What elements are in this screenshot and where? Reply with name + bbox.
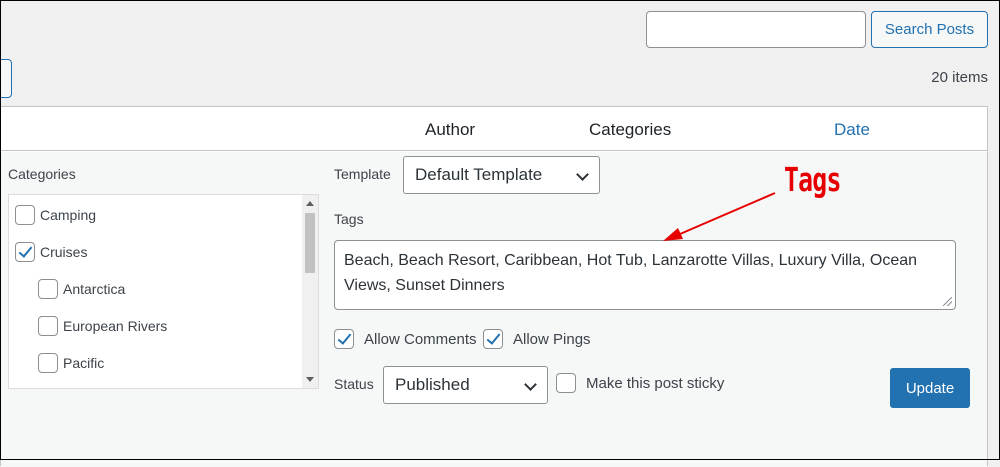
annotation-label: Tags — [784, 160, 841, 199]
sticky-label: Make this post sticky — [586, 374, 725, 392]
allow-comments-option[interactable]: Allow Comments — [334, 329, 477, 349]
category-item-camping[interactable]: Camping — [15, 205, 96, 225]
status-select-value: Published — [395, 375, 470, 394]
category-label: Camping — [40, 207, 97, 223]
category-item-european-rivers[interactable]: European Rivers — [38, 316, 167, 336]
allow-comments-checkbox[interactable] — [334, 329, 354, 349]
sticky-checkbox[interactable] — [556, 373, 576, 393]
template-label: Template — [334, 166, 391, 182]
category-item-antarctica[interactable]: Antarctica — [38, 279, 125, 299]
column-author: Author — [425, 120, 476, 139]
update-button[interactable]: Update — [890, 368, 970, 408]
search-posts-button[interactable]: Search Posts — [871, 11, 988, 48]
quick-edit-panel: Categories Camping Cruises Antarctica Eu… — [1, 152, 987, 467]
chevron-down-icon — [524, 378, 537, 391]
tags-text: Beach, Beach Resort, Caribbean, Hot Tub,… — [344, 252, 918, 294]
category-checkbox-european-rivers[interactable] — [38, 316, 58, 336]
sticky-option[interactable]: Make this post sticky — [556, 373, 724, 393]
table-header: Author Categories Date — [1, 107, 987, 151]
chevron-down-icon — [576, 168, 589, 181]
category-checkbox-camping[interactable] — [15, 205, 35, 225]
category-checkbox-pacific[interactable] — [38, 353, 58, 373]
allow-pings-label: Allow Pings — [513, 330, 591, 348]
column-date-sort-link[interactable]: Date — [834, 120, 870, 140]
tags-textarea[interactable]: Beach, Beach Resort, Caribbean, Hot Tub,… — [334, 240, 956, 310]
tags-label: Tags — [334, 211, 364, 227]
template-select-value: Default Template — [415, 165, 543, 184]
template-select[interactable]: Default Template — [403, 156, 600, 194]
allow-pings-option[interactable]: Allow Pings — [483, 329, 591, 349]
resize-handle-icon[interactable] — [943, 297, 952, 306]
items-count: 20 items — [931, 69, 988, 86]
category-label: Antarctica — [63, 281, 126, 297]
allow-pings-checkbox[interactable] — [483, 329, 503, 349]
category-checkbox-cruises[interactable] — [15, 242, 35, 262]
search-input[interactable] — [646, 11, 866, 48]
category-label: Pacific — [63, 355, 105, 371]
bulk-action-apply-button[interactable] — [0, 59, 12, 98]
categories-label: Categories — [8, 166, 76, 182]
categories-checklist[interactable]: Camping Cruises Antarctica European Rive… — [8, 194, 319, 389]
status-label: Status — [334, 376, 374, 392]
category-label: European Rivers — [63, 318, 168, 334]
column-categories: Categories — [589, 120, 672, 139]
category-checkbox-antarctica[interactable] — [38, 279, 58, 299]
category-item-cruises[interactable]: Cruises — [15, 242, 87, 262]
allow-comments-label: Allow Comments — [364, 330, 477, 348]
category-label: Cruises — [40, 244, 88, 260]
scroll-up-icon[interactable] — [306, 201, 314, 206]
categories-scrollbar[interactable] — [302, 195, 318, 388]
scroll-thumb[interactable] — [305, 213, 315, 273]
scroll-down-icon[interactable] — [306, 377, 314, 382]
status-select[interactable]: Published — [383, 366, 548, 404]
category-item-pacific[interactable]: Pacific — [38, 353, 104, 373]
